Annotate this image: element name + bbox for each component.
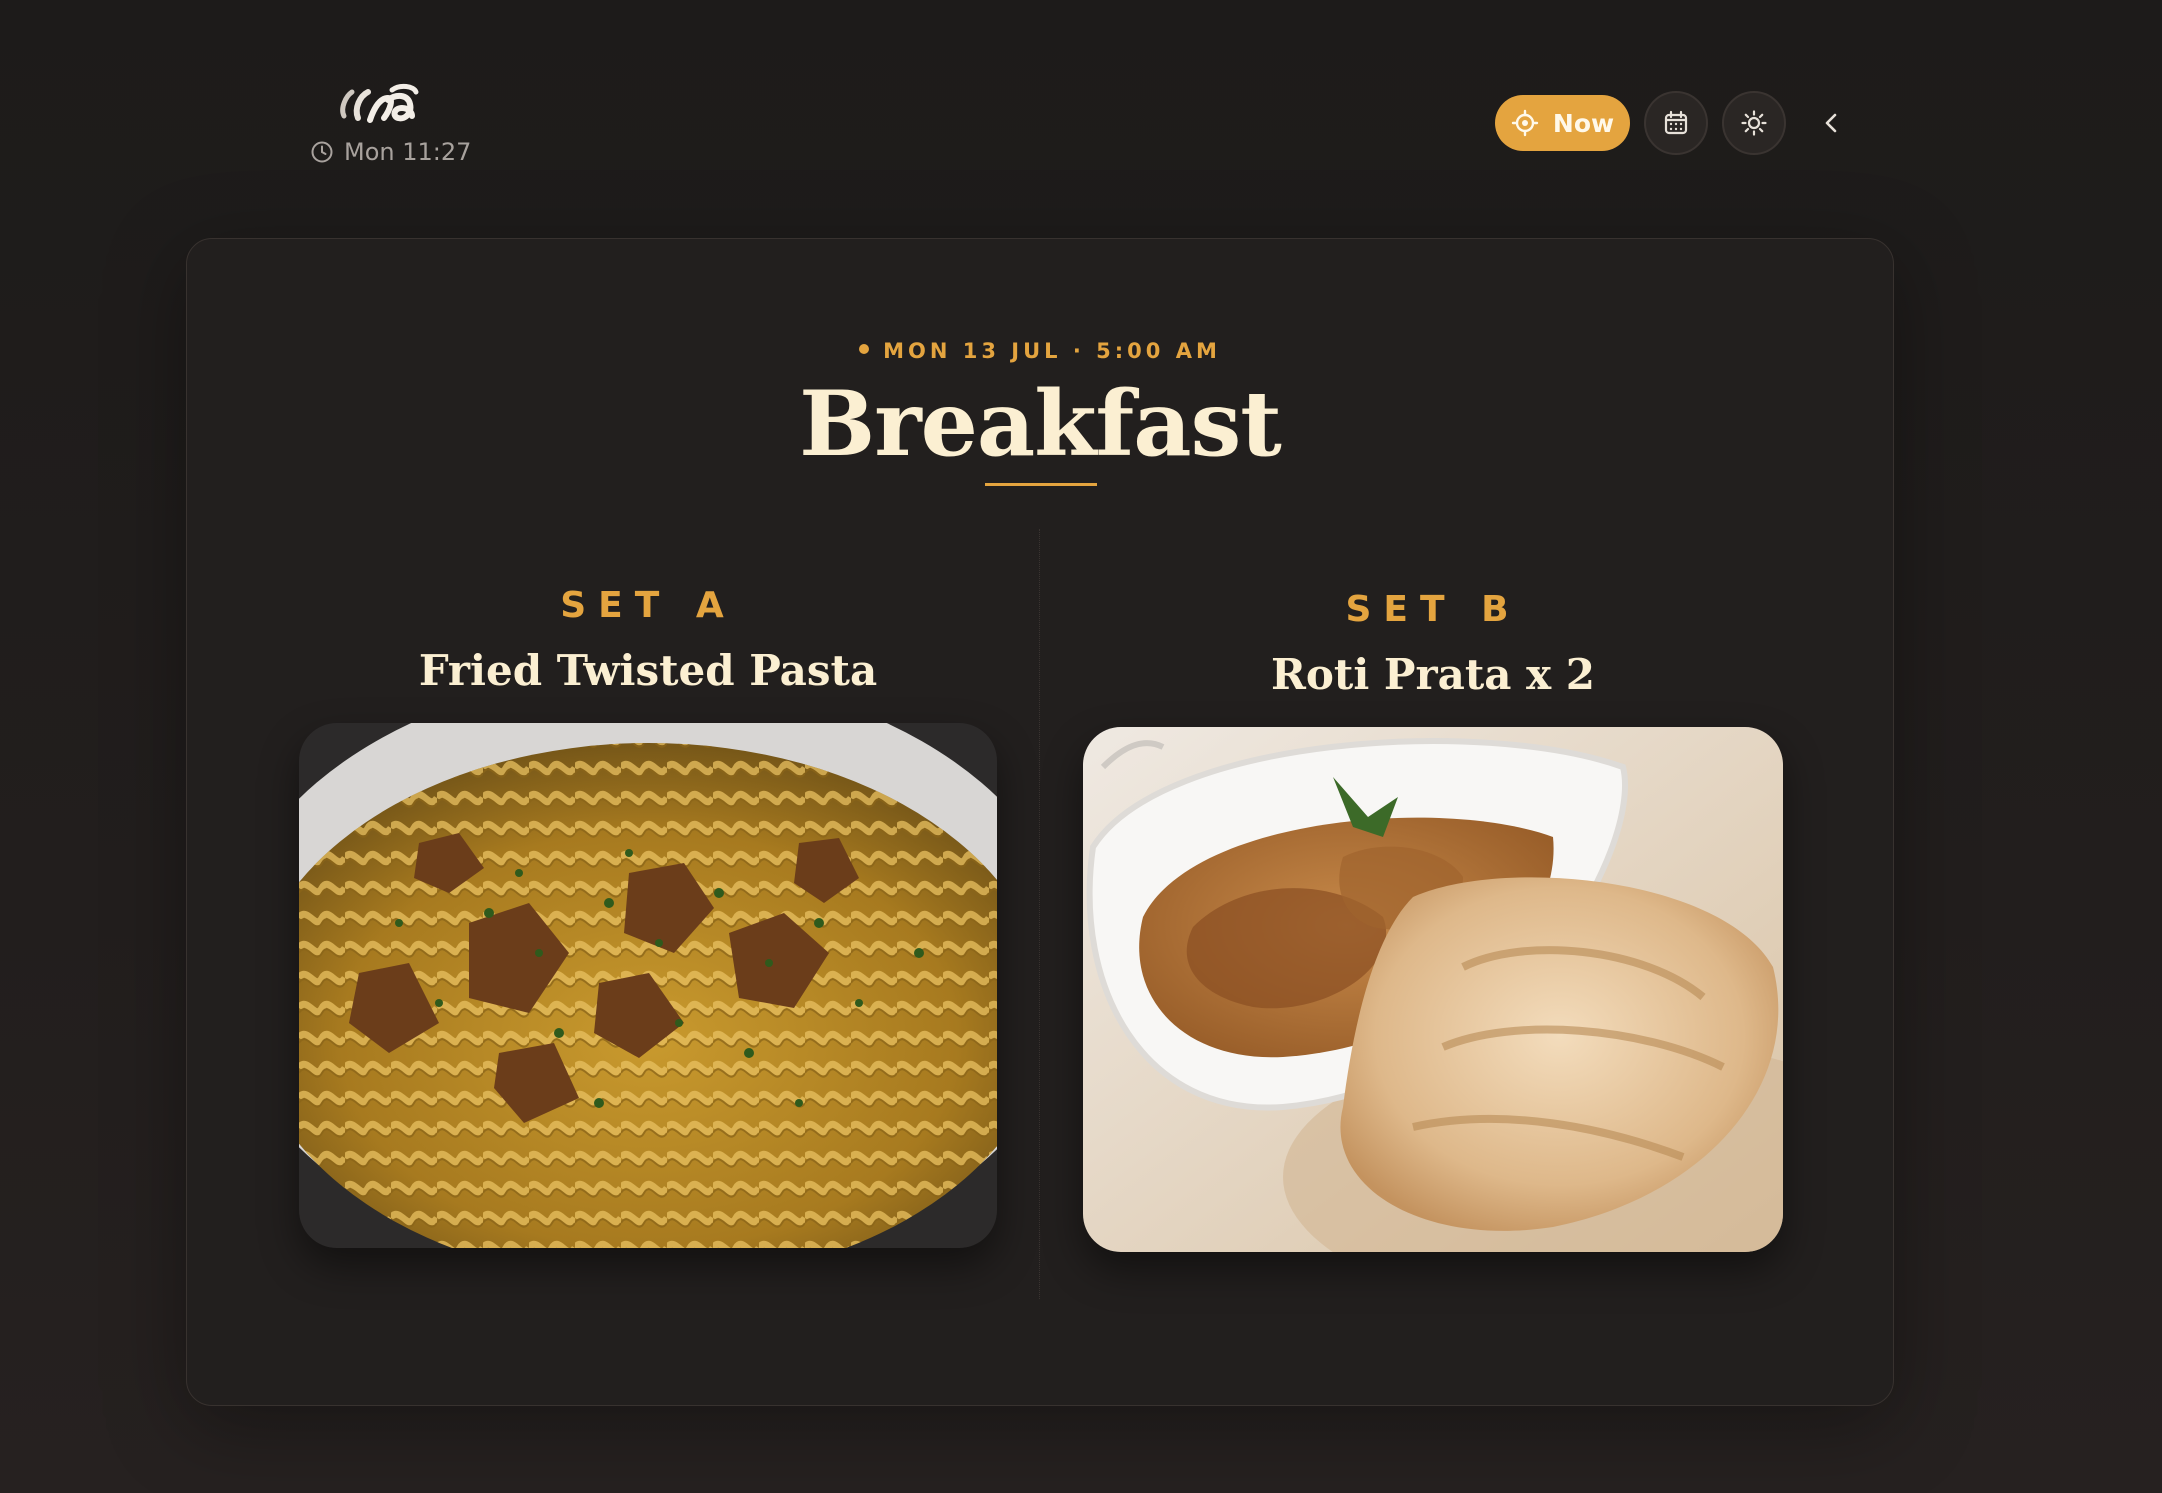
dish-name: Roti Prata x 2: [1271, 650, 1595, 699]
status-dot: [859, 344, 870, 354]
collapse-button[interactable]: [1800, 91, 1864, 155]
sun-icon: [1741, 110, 1767, 136]
brand-logo[interactable]: [330, 78, 440, 128]
dish-name: Fried Twisted Pasta: [418, 646, 878, 695]
title-underline: [985, 483, 1097, 486]
meal-card: MON 13 JUL · 5:00 AM Breakfast SET A Fri…: [186, 238, 1894, 1406]
roti-prata-photo[interactable]: [1083, 727, 1783, 1252]
current-time: Mon 11:27: [344, 138, 472, 166]
calendar-icon: [1664, 110, 1688, 135]
theme-toggle-button[interactable]: [1722, 91, 1786, 155]
now-button[interactable]: Now: [1495, 95, 1630, 151]
meal-datetime-text: MON 13 JUL · 5:00 AM: [883, 339, 1221, 363]
pasta-photo[interactable]: [299, 723, 997, 1248]
set-divider: [1039, 529, 1040, 1299]
set-b-option[interactable]: SET B Roti Prata x 2: [1083, 589, 1783, 1252]
now-label: Now: [1552, 108, 1615, 138]
set-a-option[interactable]: SET A Fried Twisted Pasta: [299, 585, 997, 1248]
set-label: SET A: [560, 585, 736, 626]
brand-area: Mon 11:27: [310, 78, 471, 166]
pasta-image: [299, 723, 997, 1248]
locate-icon: [1511, 109, 1539, 137]
clock-icon: [311, 141, 333, 163]
set-label: SET B: [1345, 589, 1521, 630]
chevron-left-icon: [1825, 113, 1837, 133]
page: Mon 11:27 Now MON 13 JUL · 5:00 AM Break…: [0, 0, 2162, 1493]
toolbar: Now: [1495, 91, 1864, 155]
meal-title: Breakfast: [799, 371, 1282, 477]
roti-prata-image: [1083, 727, 1783, 1252]
meal-datetime: MON 13 JUL · 5:00 AM: [187, 339, 1893, 363]
calendar-button[interactable]: [1644, 91, 1708, 155]
